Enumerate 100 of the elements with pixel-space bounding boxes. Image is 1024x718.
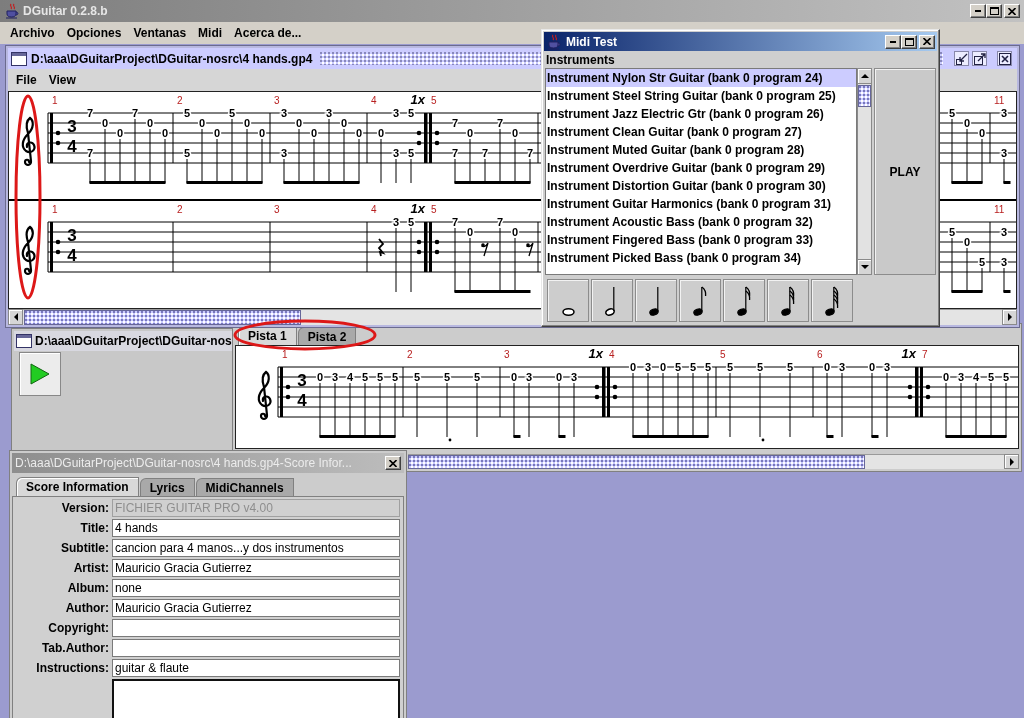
list-item[interactable]: Instrument Steel String Guitar (bank 0 program 25) (546, 87, 856, 105)
time-signature-denominator: 4 (297, 391, 307, 410)
fret-number: 5 (674, 361, 682, 373)
minimize-button[interactable] (954, 51, 969, 66)
sixteenth-note-icon (737, 286, 751, 316)
fret-number: 0 (316, 371, 324, 383)
text-field[interactable]: none (112, 579, 400, 597)
tab[interactable]: Score Information (16, 477, 139, 496)
field-label: Copyright: (47, 621, 109, 635)
fret-number: 5 (978, 256, 986, 268)
note-beam (826, 435, 834, 438)
fret-number: 0 (511, 127, 519, 139)
menu-item[interactable]: View (42, 72, 82, 88)
measure-number: 7 (922, 349, 928, 360)
close-button[interactable] (997, 51, 1012, 66)
note-beam (951, 181, 983, 184)
time-signature-numerator: 3 (297, 371, 307, 390)
text-field[interactable] (112, 619, 400, 637)
maximize-button[interactable] (972, 51, 987, 66)
fret-number: 5 (407, 147, 415, 159)
menu-item[interactable]: Archivo (4, 25, 61, 41)
tab[interactable]: MidiChannels (195, 478, 294, 496)
scroll-right-button[interactable] (1002, 309, 1017, 325)
note-value-button[interactable] (635, 279, 677, 322)
play-button[interactable] (19, 352, 61, 396)
fret-number: 3 (392, 216, 400, 228)
fret-number: 3 (331, 371, 339, 383)
fret-number: 0 (659, 361, 667, 373)
list-item[interactable]: Instrument Clean Guitar (bank 0 program 27) (546, 123, 856, 141)
note-value-button[interactable] (591, 279, 633, 322)
list-item[interactable]: Instrument Acoustic Bass (bank 0 program 32) (546, 213, 856, 231)
text-field[interactable]: Mauricio Gracia Gutierrez (112, 599, 400, 617)
list-item[interactable]: Instrument Guitar Harmonics (bank 0 program 31) (546, 195, 856, 213)
fret-number: 4 (346, 371, 354, 383)
scrollbar-thumb[interactable] (858, 85, 871, 107)
scrollbar-track[interactable] (857, 68, 872, 275)
text-field[interactable]: cancion para 4 manos...y dos instrumentos (112, 539, 400, 557)
fret-number: 5 (407, 216, 415, 228)
fret-number: 7 (451, 117, 459, 129)
fret-number: 3 (1000, 256, 1008, 268)
text-field[interactable] (112, 639, 400, 657)
tab[interactable]: Lyrics (139, 478, 195, 496)
scroll-up-button[interactable] (858, 69, 871, 84)
list-item[interactable]: Instrument Overdrive Guitar (bank 0 program 29) (546, 159, 856, 177)
fret-number: 7 (131, 107, 139, 119)
fret-number: 0 (146, 117, 154, 129)
scrollbar-thumb[interactable] (408, 455, 865, 469)
list-item[interactable]: Instrument Muted Guitar (bank 0 program 28) (546, 141, 856, 159)
field-label: Tab.Author: (40, 641, 109, 655)
fret-number: 0 (198, 117, 206, 129)
scroll-down-button[interactable] (858, 259, 871, 274)
dot-icon (761, 438, 765, 442)
menu-item[interactable]: Opciones (60, 25, 128, 41)
fret-number: 5 (987, 371, 995, 383)
fret-number: 5 (704, 361, 712, 373)
scroll-left-button[interactable] (8, 309, 23, 325)
fret-number: 4 (972, 371, 980, 383)
fret-number: 3 (957, 371, 965, 383)
text-field[interactable]: 4 hands (112, 519, 400, 537)
list-item[interactable]: Instrument Picked Bass (bank 0 program 34) (546, 249, 856, 267)
list-item[interactable]: Instrument Jazz Electric Gtr (bank 0 program 26) (546, 105, 856, 123)
fret-number: 5 (756, 361, 764, 373)
fret-number: 7 (526, 147, 534, 159)
list-label: Instruments (545, 52, 616, 68)
list-item[interactable]: Instrument Fingered Bass (bank 0 program 33) (546, 231, 856, 249)
maximize-icon (973, 52, 986, 65)
menu-item[interactable]: File (10, 72, 43, 88)
text-field[interactable]: Mauricio Gracia Gutierrez (112, 559, 400, 577)
menu-item[interactable]: Acerca de... (228, 25, 308, 41)
list-item[interactable]: Instrument Distortion Guitar (bank 0 program 30) (546, 177, 856, 195)
fret-number: 5 (407, 107, 415, 119)
fret-number: 7 (451, 216, 459, 228)
field-label: Author: (64, 601, 109, 615)
menu-item[interactable]: Ventanas (127, 25, 193, 41)
note-beam (1003, 181, 1011, 184)
fret-number: 5 (1002, 371, 1010, 383)
menu-item[interactable]: Midi (192, 25, 229, 41)
measure-number: 5 (720, 349, 726, 360)
repeat-count: 1x (588, 346, 603, 361)
text-field[interactable]: guitar & flaute (112, 659, 400, 677)
fret-number: 0 (511, 226, 519, 238)
note-value-button[interactable] (767, 279, 809, 322)
treble-clef-icon (257, 370, 272, 420)
fret-number: 3 (570, 371, 578, 383)
scrollbar-thumb[interactable] (24, 310, 301, 325)
note-value-button[interactable] (679, 279, 721, 322)
fret-number: 0 (466, 127, 474, 139)
scroll-right-button[interactable] (1004, 454, 1019, 469)
maximize-icon (989, 7, 999, 15)
measure-number: 6 (817, 349, 823, 360)
repeat-count: 1x (901, 346, 916, 361)
play-button[interactable]: PLAY (874, 68, 936, 275)
note-value-button[interactable] (723, 279, 765, 322)
down-arrow-icon (860, 265, 869, 269)
list-item[interactable]: Instrument Nylon Str Guitar (bank 0 program 24) (546, 69, 856, 87)
eighth-note-icon (693, 286, 707, 316)
note-beam (1003, 290, 1011, 293)
dot-icon (448, 438, 452, 442)
note-value-button[interactable] (811, 279, 853, 322)
fret-number: 5 (948, 226, 956, 238)
